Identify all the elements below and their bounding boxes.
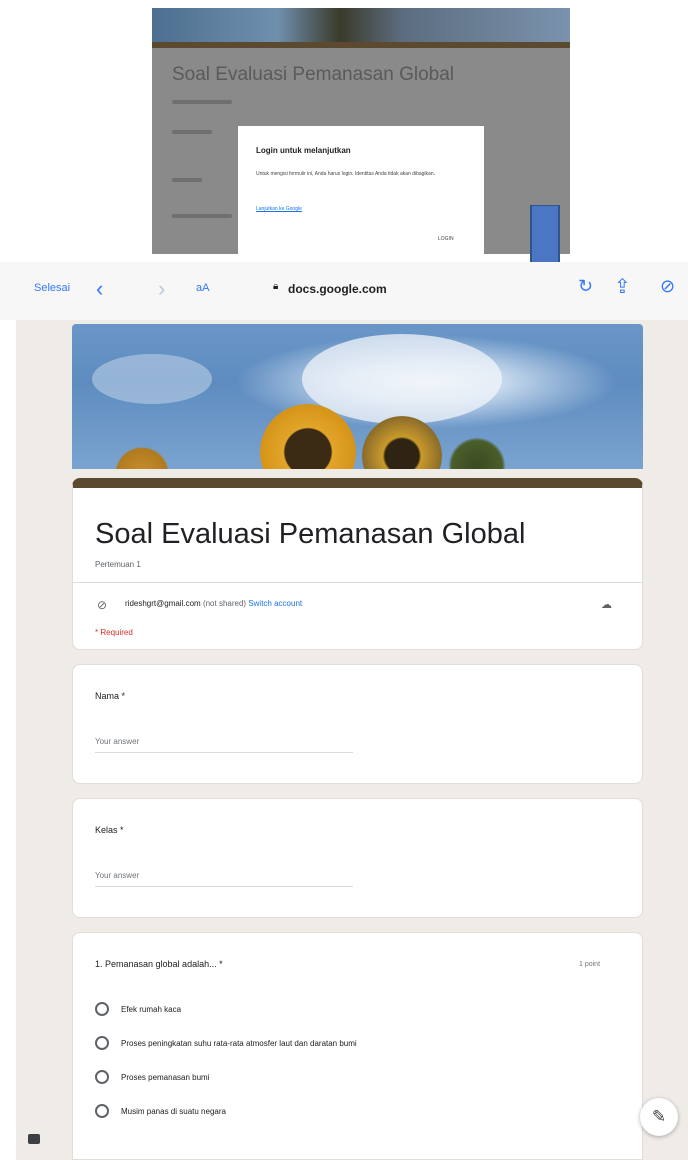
divider [73,582,642,583]
chevron-left-icon[interactable]: ‹ [96,276,103,302]
question-label: Nama * [95,691,126,701]
pencil-icon[interactable]: ✎ [640,1098,678,1136]
address-bar[interactable]: docs.google.com [288,282,387,296]
lock-icon: 🔒︎ [273,281,279,292]
option-label: Proses peningkatan suhu rata-rata atmosf… [121,1038,357,1048]
browser-toolbar: Selesai ‹ › aA 🔒︎ docs.google.com ↻ ⇪ ⊘ [0,262,688,320]
question-card-multiple-choice: 1. Pemanasan global adalah... * 1 point … [72,932,643,1160]
inset-line [172,214,232,218]
dialog-body: Untuk mengisi formulir ini, Anda harus l… [256,171,435,177]
radio-option[interactable]: Proses peningkatan suhu rata-rata atmosf… [95,1033,357,1053]
sunflower-shape [112,444,172,469]
radio-button[interactable] [95,1002,109,1016]
done-button[interactable]: Selesai [34,282,70,294]
inset-line [172,100,232,104]
points-label: 1 point [579,961,601,968]
radio-option[interactable]: Efek rumah kaca [95,999,181,1019]
form-subtitle: Pertemuan 1 [95,560,141,569]
dialog-title: Login untuk melanjutkan [256,146,351,155]
kelas-input[interactable]: Your answer [95,871,353,887]
text-size-button[interactable]: aA [196,282,209,294]
question-card-nama: Nama * Your answer [72,664,643,784]
share-icon[interactable]: ⇪ [614,274,631,299]
inset-screenshot: Soal Evaluasi Pemanasan Global Login unt… [152,8,570,254]
cloud-shape [92,354,212,404]
question-label: 1. Pemanasan global adalah... * [95,959,223,969]
option-label: Proses pemanasan bumi [121,1072,210,1082]
radio-button[interactable] [95,1070,109,1084]
feedback-icon[interactable] [28,1134,40,1144]
account-email: rideshgrt@gmail.com [125,599,201,608]
sunflower-shape [362,416,442,469]
form-title-card: Soal Evaluasi Pemanasan Global Pertemuan… [72,478,643,650]
compass-icon[interactable]: ⊘ [660,276,675,297]
reload-icon[interactable]: ↻ [578,276,593,297]
radio-button[interactable] [95,1104,109,1118]
inset-header-image [152,8,570,42]
switch-account-link[interactable]: Switch account [248,599,302,608]
dialog-link[interactable]: Lanjutkan ke Google [256,206,302,212]
form-title: Soal Evaluasi Pemanasan Global [95,518,526,550]
required-note: * Required [95,628,133,637]
dialog-login-button[interactable]: LOGIN [438,236,454,242]
not-shared-label: (not shared) [202,599,247,608]
radio-button[interactable] [95,1036,109,1050]
option-label: Musim panas di suatu negara [121,1106,226,1116]
inset-line [172,178,202,182]
leaf-shape [442,436,512,469]
inset-line [172,130,212,134]
cloud-icon: ☁ [601,599,612,611]
radio-option[interactable]: Musim panas di suatu negara [95,1101,226,1121]
option-label: Efek rumah kaca [121,1004,182,1014]
inset-form-title: Soal Evaluasi Pemanasan Global [172,64,455,85]
login-dialog: Login untuk melanjutkan Untuk mengisi fo… [238,126,484,254]
nama-input[interactable]: Your answer [95,737,353,753]
question-label: Kelas * [95,825,124,835]
chevron-right-icon[interactable]: › [158,276,165,302]
form-header-image [72,324,643,469]
account-hidden-icon: ⊘ [97,598,108,612]
account-info: rideshgrt@gmail.com (not shared) Switch … [125,599,302,608]
question-card-kelas: Kelas * Your answer [72,798,643,918]
radio-option[interactable]: Proses pemanasan bumi [95,1067,210,1087]
